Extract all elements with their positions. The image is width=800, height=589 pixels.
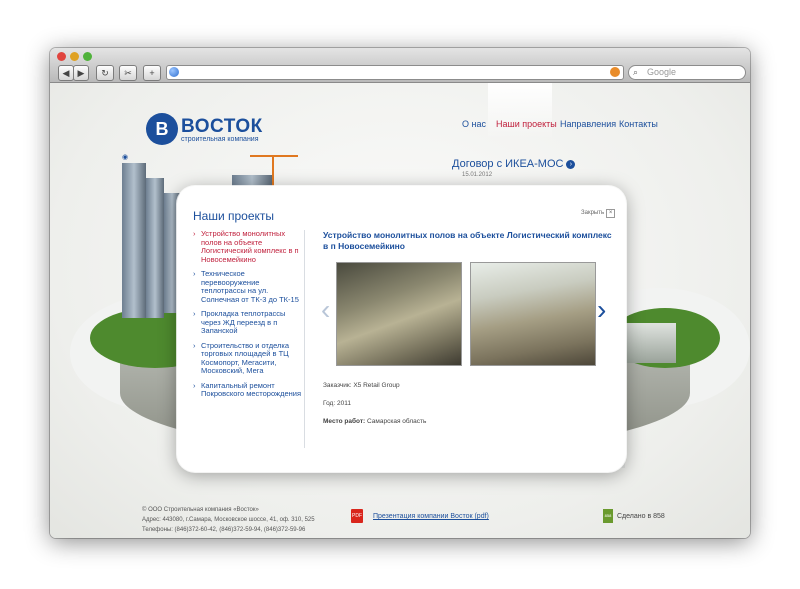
nav-active-highlight bbox=[488, 83, 552, 139]
nav-item-about[interactable]: О нас bbox=[462, 119, 486, 129]
bookmark-icon[interactable]: ✂ bbox=[119, 65, 137, 81]
globe-icon bbox=[169, 67, 179, 77]
year-value: 2011 bbox=[336, 400, 351, 407]
project-heading: Устройство монолитных полов на объекте Л… bbox=[323, 230, 612, 251]
nav-item-projects[interactable]: Наши проекты bbox=[496, 119, 557, 129]
project-list-item[interactable]: Прокладка теплотрассы через ЖД переезд в… bbox=[193, 309, 303, 336]
location-value: Самарская область bbox=[367, 418, 427, 425]
reload-icon[interactable]: ↻ bbox=[96, 65, 114, 81]
close-label[interactable]: Закрыть bbox=[581, 210, 604, 216]
close-window-button[interactable] bbox=[57, 52, 66, 61]
close-button[interactable]: Закрыть × bbox=[581, 209, 616, 218]
projects-modal: Наши проекты Закрыть× Устройство монолит… bbox=[177, 186, 626, 472]
billboard-logo-icon: ◉ bbox=[122, 154, 129, 161]
project-list-item[interactable]: Капитальный ремонт Покровского месторожд… bbox=[193, 381, 303, 399]
footer-phones: Телефоны: (846)372-60-42, (846)372-59-94… bbox=[142, 527, 306, 533]
search-placeholder: Google bbox=[647, 67, 677, 77]
project-list-item[interactable]: Строительство и отделка торговых площаде… bbox=[193, 341, 303, 376]
nav-item-directions[interactable]: Направления bbox=[560, 119, 616, 129]
logo-subtitle: строительная компания bbox=[181, 136, 259, 143]
new-tab-plus-icon[interactable]: + bbox=[143, 65, 161, 81]
forward-arrow-icon[interactable]: ▶ bbox=[73, 65, 89, 81]
project-client: Заказчик: X5 Retail Group bbox=[323, 382, 400, 389]
made-by-link[interactable]: Сделано в 858 bbox=[617, 513, 665, 520]
project-list-item[interactable]: Техническое перевооружение теплотрассы н… bbox=[193, 269, 303, 304]
chevron-right-icon[interactable]: › bbox=[597, 296, 606, 324]
project-photo[interactable] bbox=[470, 262, 596, 366]
modal-divider bbox=[304, 230, 305, 448]
project-photo[interactable] bbox=[336, 262, 462, 366]
project-location: Место работ: Самарская область bbox=[323, 418, 426, 425]
studio-858-icon[interactable]: 858 bbox=[603, 509, 613, 523]
arrow-right-icon[interactable]: › bbox=[566, 159, 576, 169]
search-input[interactable]: ⌕ Google bbox=[628, 65, 746, 80]
company-logo-icon[interactable]: B bbox=[146, 113, 178, 145]
project-list-item[interactable]: Устройство монолитных полов на объекте Л… bbox=[193, 229, 303, 264]
presentation-pdf-link[interactable]: Презентация компании Восток (pdf) bbox=[373, 513, 489, 520]
warehouse-illustration bbox=[624, 323, 676, 363]
news-headline[interactable]: Договор с ИКЕА-МОС › bbox=[452, 158, 576, 170]
project-year: Год: 2011 bbox=[323, 400, 351, 407]
client-value: X5 Retail Group bbox=[353, 382, 400, 389]
logo-title[interactable]: ВОСТОК bbox=[181, 116, 263, 138]
nav-item-contacts[interactable]: Контакты bbox=[619, 119, 658, 129]
chevron-left-icon[interactable]: ‹ bbox=[321, 296, 330, 324]
news-date: 15.01.2012 bbox=[462, 172, 493, 178]
close-icon[interactable]: × bbox=[606, 209, 616, 218]
modal-title: Наши проекты bbox=[193, 209, 275, 223]
address-bar[interactable] bbox=[166, 65, 624, 80]
year-label: Год: bbox=[323, 400, 336, 407]
zoom-window-button[interactable] bbox=[83, 52, 92, 61]
minimize-window-button[interactable] bbox=[70, 52, 79, 61]
location-label: Место работ: bbox=[323, 418, 366, 425]
rss-icon[interactable] bbox=[610, 67, 620, 77]
web-page: ◉ B ВОСТОК строительная компания О нас Н… bbox=[50, 83, 750, 538]
skyscraper-illustration bbox=[122, 163, 146, 318]
skyscraper-illustration bbox=[146, 178, 164, 318]
search-icon: ⌕ bbox=[633, 67, 639, 77]
crane-illustration bbox=[250, 155, 298, 157]
pdf-icon[interactable]: PDF bbox=[351, 509, 363, 523]
browser-window: ◀ ▶ ↻ ✂ + ⌕ Google ◉ B ВОСТОК строительн… bbox=[50, 48, 750, 538]
footer-company: © ООО Строительная компания «Восток» bbox=[142, 507, 259, 513]
client-label: Заказчик: bbox=[323, 382, 352, 389]
browser-toolbar: ◀ ▶ ↻ ✂ + ⌕ Google bbox=[50, 48, 750, 83]
news-headline-text[interactable]: Договор с ИКЕА-МОС bbox=[452, 158, 563, 170]
footer-address: Адрес: 443080, г.Самара, Московское шосс… bbox=[142, 517, 315, 523]
back-arrow-icon[interactable]: ◀ bbox=[58, 65, 74, 81]
projects-list: Устройство монолитных полов на объекте Л… bbox=[193, 229, 303, 405]
